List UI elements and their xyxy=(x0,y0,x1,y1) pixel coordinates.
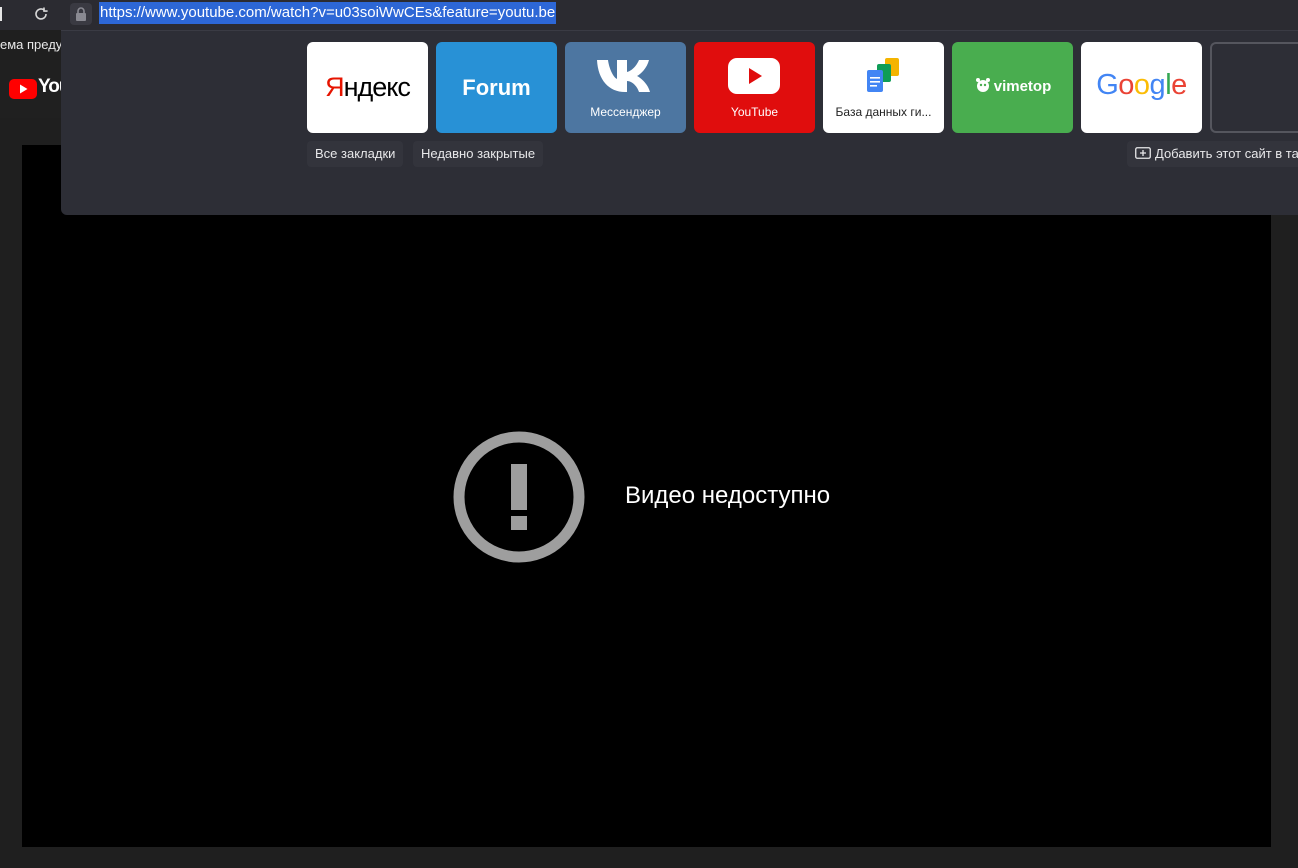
recently-closed-button[interactable]: Недавно закрытые xyxy=(413,141,544,167)
tile-google[interactable]: Google xyxy=(1081,42,1202,133)
google-logo-letter: G xyxy=(1096,69,1119,101)
youtube-logo-icon[interactable] xyxy=(9,79,37,99)
google-logo-letter: o xyxy=(1133,69,1150,101)
forum-logo: Forum xyxy=(462,75,531,100)
tile-label: Мессенджер xyxy=(590,105,661,119)
vimetop-logo: vimetop xyxy=(952,76,1073,95)
tile-label: База данных ги... xyxy=(835,105,932,119)
warning-banner-text: ема предуп xyxy=(0,37,70,52)
tile-label: YouTube xyxy=(730,105,779,119)
google-logo: Google xyxy=(1081,69,1202,102)
vimetop-logo-text: vimetop xyxy=(993,78,1052,95)
tile-forum[interactable]: Forum xyxy=(436,42,557,133)
lock-icon[interactable] xyxy=(70,3,92,25)
video-unavailable-message: Видео недоступно xyxy=(625,482,831,509)
yandex-logo-rest: ндекс xyxy=(343,72,411,102)
google-logo-letter: g xyxy=(1149,69,1166,101)
yandex-logo-letter: Я xyxy=(325,72,344,102)
google-logo-letter: e xyxy=(1171,69,1187,101)
youtube-play-icon xyxy=(728,58,780,94)
add-site-label: Добавить этот сайт в та xyxy=(1155,146,1298,161)
yandex-logo: Яндекс xyxy=(307,72,428,103)
add-site-to-dial-button[interactable]: Добавить этот сайт в та xyxy=(1127,141,1298,167)
error-exclamation-icon xyxy=(452,430,586,564)
google-logo-text: Google xyxy=(1096,69,1187,101)
tile-yandex[interactable]: Яндекс xyxy=(307,42,428,133)
vimetop-mascot-icon xyxy=(975,78,990,92)
reload-icon[interactable] xyxy=(32,5,50,23)
tab-edge[interactable] xyxy=(0,7,2,21)
speed-dial-panel: Яндекс Forum Мессенджер YouTube База дан… xyxy=(61,30,1298,215)
add-square-icon xyxy=(1135,147,1151,159)
google-docs-icon xyxy=(867,58,899,92)
browser-toolbar: https://www.youtube.com/watch?v=u03soiWw… xyxy=(0,0,1298,30)
tile-empty-slot[interactable] xyxy=(1210,42,1298,133)
tile-database[interactable]: База данных ги... xyxy=(823,42,944,133)
all-bookmarks-button[interactable]: Все закладки xyxy=(307,141,404,167)
vk-logo-icon xyxy=(597,60,650,92)
google-logo-letter: o xyxy=(1118,69,1134,101)
tile-vimetop[interactable]: vimetop xyxy=(952,42,1073,133)
tile-youtube[interactable]: YouTube xyxy=(694,42,815,133)
tile-vk-messenger[interactable]: Мессенджер xyxy=(565,42,686,133)
address-bar-url[interactable]: https://www.youtube.com/watch?v=u03soiWw… xyxy=(99,2,557,24)
